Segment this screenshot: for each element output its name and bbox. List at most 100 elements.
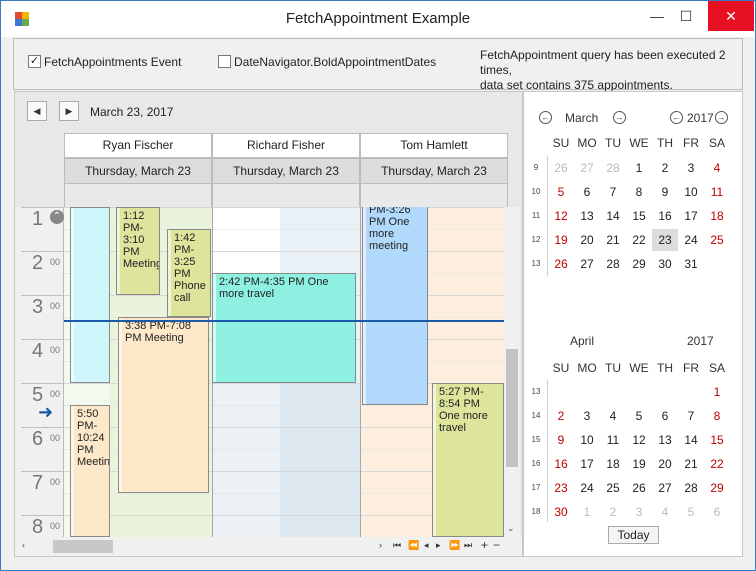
day-cell[interactable]: 4: [652, 505, 678, 519]
horizontal-scrollbar[interactable]: ‹ › ⏮ ⏪ ◂ ▸ ⏩ ⏭ + −: [15, 537, 522, 556]
day-cell[interactable]: 27: [652, 481, 678, 495]
day-cell[interactable]: 30: [652, 257, 678, 271]
day-cell[interactable]: 25: [600, 481, 626, 495]
day-cell[interactable]: 26: [548, 257, 574, 271]
day-cell[interactable]: 7: [678, 409, 704, 423]
appointment[interactable]: [70, 207, 110, 383]
next-page-icon[interactable]: ⏩: [449, 540, 460, 551]
day-cell[interactable]: 9: [548, 433, 574, 447]
day-cell[interactable]: 1: [704, 385, 730, 399]
day-cell[interactable]: 16: [548, 457, 574, 471]
all-day-area[interactable]: [64, 184, 212, 207]
day-cell[interactable]: 3: [626, 505, 652, 519]
appointment[interactable]: 1:12 PM-3:10 PM Meeting: [116, 207, 160, 295]
day-header[interactable]: Thursday, March 23: [360, 158, 508, 184]
day-cell[interactable]: 27: [574, 161, 600, 175]
day-cell[interactable]: 17: [574, 457, 600, 471]
day-cell[interactable]: 12: [626, 433, 652, 447]
zoom-out-icon[interactable]: −: [493, 538, 500, 552]
appointment[interactable]: 2:42 PM-4:35 PM One more travel: [212, 273, 356, 383]
day-cell[interactable]: 2: [600, 505, 626, 519]
day-cell[interactable]: 24: [678, 233, 704, 247]
day-cell[interactable]: 1: [574, 505, 600, 519]
day-cell[interactable]: 28: [600, 257, 626, 271]
day-cell[interactable]: 17: [678, 209, 704, 223]
day-cell[interactable]: 20: [652, 457, 678, 471]
day-cell[interactable]: 15: [704, 433, 730, 447]
today-button[interactable]: Today: [608, 526, 659, 544]
collapse-icon[interactable]: ⌃: [50, 210, 64, 224]
day-cell[interactable]: 27: [574, 257, 600, 271]
day-cell[interactable]: 4: [600, 409, 626, 423]
day-cell[interactable]: 28: [600, 161, 626, 175]
day-cell[interactable]: 11: [704, 185, 730, 199]
day-cell[interactable]: 15: [626, 209, 652, 223]
next-icon[interactable]: ▸: [436, 540, 441, 551]
day-cell[interactable]: 3: [678, 161, 704, 175]
day-cell[interactable]: 5: [626, 409, 652, 423]
scroll-down-icon[interactable]: ⌄: [507, 523, 515, 534]
bold-dates-label[interactable]: DateNavigator.BoldAppointmentDates: [234, 55, 436, 69]
day-cell[interactable]: 28: [678, 481, 704, 495]
prev-page-icon[interactable]: ⏪: [408, 540, 419, 551]
prev-month-icon[interactable]: ←: [539, 111, 552, 124]
day-cell[interactable]: 25: [704, 233, 730, 247]
day-cell[interactable]: 18: [704, 209, 730, 223]
scroll-left-icon[interactable]: ‹: [22, 540, 25, 550]
appointment[interactable]: 5:50 PM-10:24 PM Meeting: [70, 405, 110, 537]
day-cell[interactable]: 23: [548, 481, 574, 495]
day-cell[interactable]: 22: [704, 457, 730, 471]
horizontal-scroll-thumb[interactable]: [53, 540, 113, 553]
day-cell[interactable]: 22: [626, 233, 652, 247]
day-cell[interactable]: 21: [600, 233, 626, 247]
all-day-area[interactable]: [212, 184, 360, 207]
day-cell-selected[interactable]: 23: [652, 229, 678, 251]
close-button[interactable]: ✕: [708, 1, 754, 31]
next-month-icon[interactable]: →: [613, 111, 626, 124]
all-day-area[interactable]: [360, 184, 508, 207]
day-cell[interactable]: 7: [600, 185, 626, 199]
time-grid[interactable]: 1:12 PM-3:10 PM Meeting 1:42 PM-3:25 PM …: [64, 207, 504, 537]
day-cell[interactable]: 19: [548, 233, 574, 247]
day-cell[interactable]: 2: [548, 409, 574, 423]
resource-header-tom-hamlett[interactable]: Tom Hamlett: [360, 133, 508, 158]
day-cell[interactable]: 26: [548, 161, 574, 175]
day-cell[interactable]: 14: [600, 209, 626, 223]
day-cell[interactable]: 16: [652, 209, 678, 223]
day-cell[interactable]: 1: [626, 161, 652, 175]
day-cell[interactable]: 29: [704, 481, 730, 495]
maximize-button[interactable]: ☐: [663, 1, 709, 31]
scroll-right-icon[interactable]: ›: [379, 540, 382, 550]
appointment[interactable]: 5:27 PM-8:54 PM One more travel: [432, 383, 504, 537]
day-cell[interactable]: 20: [574, 233, 600, 247]
day-cell[interactable]: 8: [626, 185, 652, 199]
next-year-icon[interactable]: →: [715, 111, 728, 124]
fetch-appointments-checkbox[interactable]: ✓: [28, 55, 41, 68]
day-cell[interactable]: 3: [574, 409, 600, 423]
first-icon[interactable]: ⏮: [393, 540, 401, 551]
day-header[interactable]: Thursday, March 23: [212, 158, 360, 184]
day-cell[interactable]: 9: [652, 185, 678, 199]
day-cell[interactable]: 6: [704, 505, 730, 519]
day-cell[interactable]: 13: [652, 433, 678, 447]
fetch-appointments-label[interactable]: FetchAppointments Event: [44, 55, 181, 69]
day-cell[interactable]: 30: [548, 505, 574, 519]
day-cell[interactable]: 18: [600, 457, 626, 471]
resource-header-richard-fisher[interactable]: Richard Fisher: [212, 133, 360, 158]
day-cell[interactable]: 10: [678, 185, 704, 199]
day-cell[interactable]: 31: [678, 257, 704, 271]
day-cell[interactable]: 14: [678, 433, 704, 447]
appointment[interactable]: 3:38 PM-7:08 PM Meeting: [118, 317, 209, 493]
day-header[interactable]: Thursday, March 23: [64, 158, 212, 184]
zoom-in-icon[interactable]: +: [481, 538, 488, 552]
day-cell[interactable]: 26: [626, 481, 652, 495]
day-cell[interactable]: 10: [574, 433, 600, 447]
day-cell[interactable]: 8: [704, 409, 730, 423]
day-cell[interactable]: 4: [704, 161, 730, 175]
last-icon[interactable]: ⏭: [464, 540, 472, 551]
vertical-scroll-thumb[interactable]: [506, 349, 518, 467]
day-cell[interactable]: 21: [678, 457, 704, 471]
appointment[interactable]: PM-3:26 PM One more meeting: [362, 207, 428, 405]
day-cell[interactable]: 5: [548, 185, 574, 199]
prev-date-button[interactable]: ◀: [27, 101, 47, 121]
